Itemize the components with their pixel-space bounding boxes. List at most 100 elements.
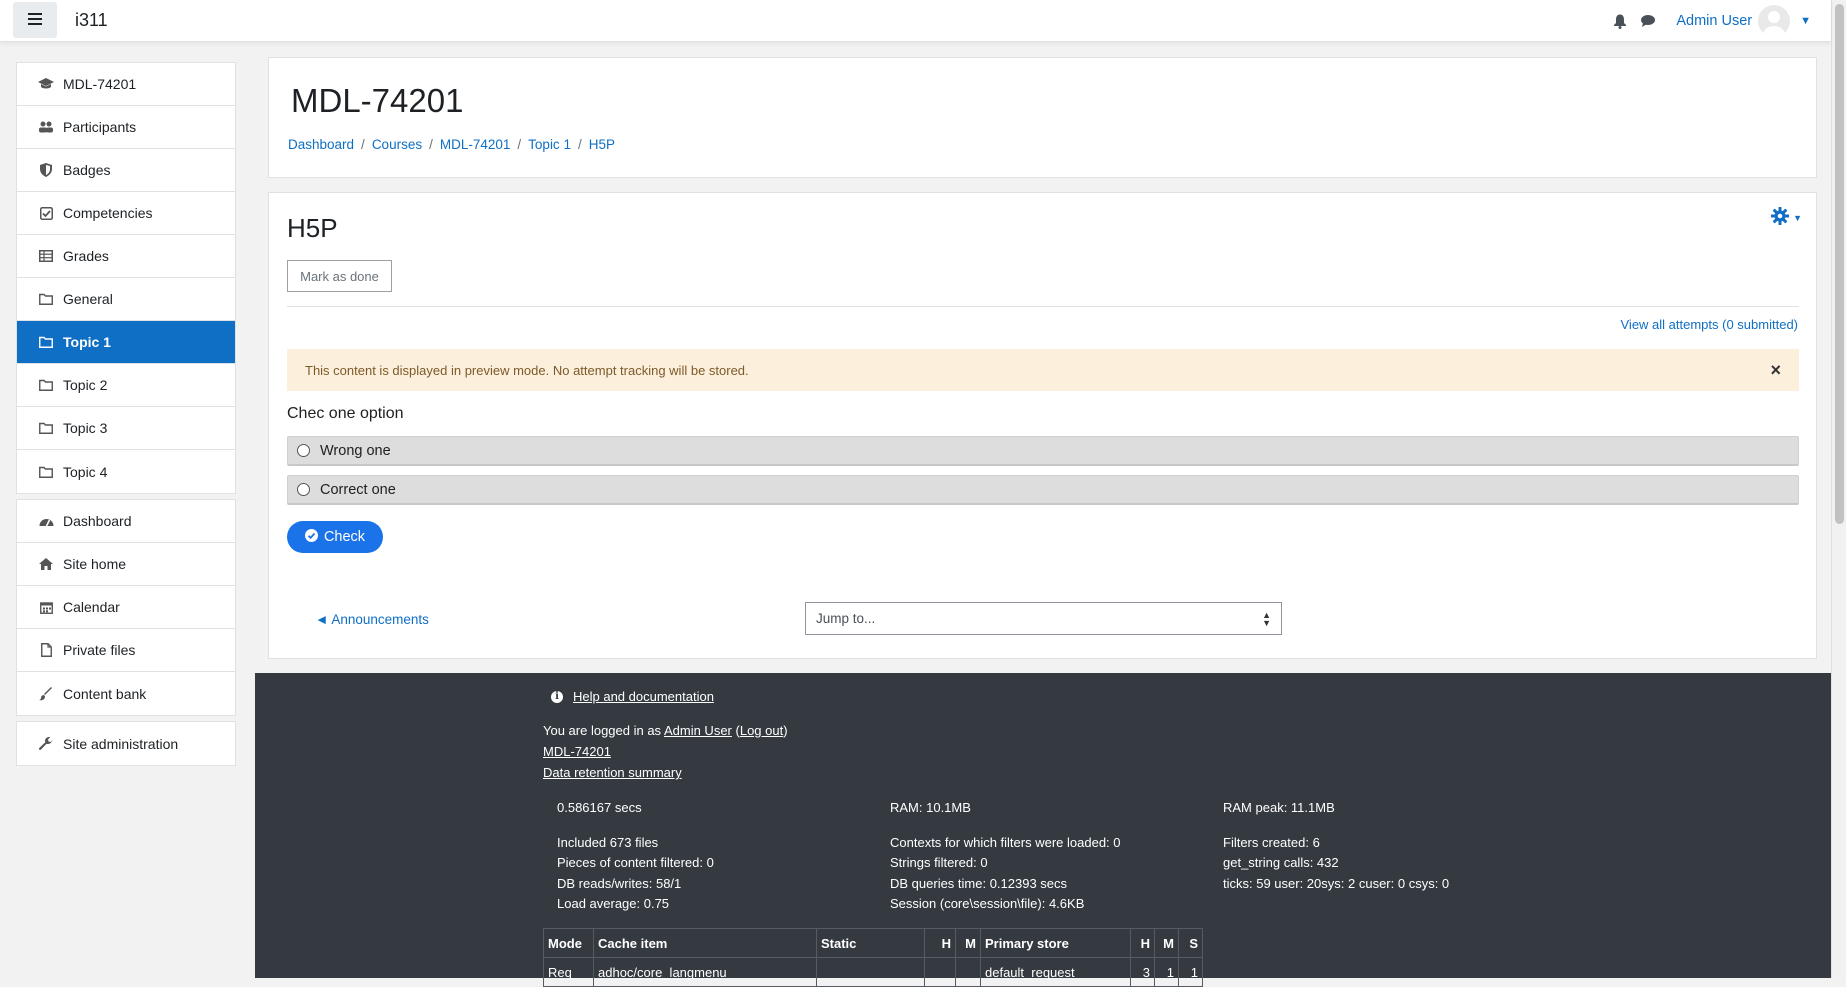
sidebar-item-competencies[interactable]: Competencies xyxy=(17,192,235,235)
sidebar-item-label: Topic 4 xyxy=(63,463,108,480)
user-menu-name[interactable]: Admin User xyxy=(1676,13,1752,29)
activity-content: H5P ▼ Mark as done View all attempts (0 … xyxy=(268,192,1817,659)
sidebar-item-general[interactable]: General xyxy=(17,278,235,321)
previous-activity-link[interactable]: ◄ Announcements xyxy=(315,612,429,627)
help-row: i Help and documentation xyxy=(551,689,714,704)
view-attempts-link[interactable]: View all attempts (0 submitted) xyxy=(1621,317,1799,332)
folder-icon xyxy=(37,377,55,393)
sidebar-item-label: Site administration xyxy=(63,735,179,752)
breadcrumb-section[interactable]: Topic 1 xyxy=(528,137,571,152)
radio-icon[interactable] xyxy=(297,444,310,457)
table-row: Req adhoc/core_langmenu default_request … xyxy=(543,957,1203,987)
sidebar-item-calendar[interactable]: Calendar xyxy=(17,586,235,629)
answer-option-1[interactable]: Wrong one xyxy=(287,436,1799,466)
logged-in-user-link[interactable]: Admin User xyxy=(664,723,732,738)
mark-as-done-button[interactable]: Mark as done xyxy=(287,260,392,292)
activity-title: H5P xyxy=(287,213,338,243)
check-button[interactable]: Check xyxy=(287,521,383,553)
jump-to-value: Jump to... xyxy=(816,611,876,626)
answer-label: Correct one xyxy=(320,481,396,498)
brush-icon xyxy=(37,686,55,702)
sidebar-item-label: Topic 3 xyxy=(63,420,108,436)
sidebar-item-grades[interactable]: Grades xyxy=(17,235,235,278)
top-navbar: i311 Admin User ▼ xyxy=(0,0,1831,42)
data-retention-link[interactable]: Data retention summary xyxy=(543,765,682,780)
bell-icon[interactable] xyxy=(1610,11,1630,31)
sidebar-item-dashboard[interactable]: Dashboard xyxy=(17,500,235,543)
sidebar-item-participants[interactable]: Participants xyxy=(17,106,235,149)
avatar[interactable] xyxy=(1758,5,1791,37)
graduation-cap-icon xyxy=(37,76,55,92)
radio-icon[interactable] xyxy=(297,483,310,496)
shield-icon xyxy=(37,162,55,178)
logout-link[interactable]: Log out xyxy=(740,723,783,738)
sidebar-item-label: Badges xyxy=(63,162,111,178)
sidebar-item-label: Topic 1 xyxy=(63,334,111,350)
close-icon[interactable]: × xyxy=(1770,361,1781,379)
sidebar-item-label: Dashboard xyxy=(63,513,132,529)
sidebar-item-label: Grades xyxy=(63,248,109,264)
sidebar-item-site-administration[interactable]: Site administration xyxy=(17,722,235,765)
dashboard-icon xyxy=(37,513,55,529)
jump-to-select[interactable]: Jump to... ▲ ▼ xyxy=(805,602,1282,635)
sidebar-item-topic-1[interactable]: Topic 1 xyxy=(17,321,235,364)
wrench-icon xyxy=(37,736,55,752)
sidebar-item-label: Topic 2 xyxy=(63,377,108,393)
sidebar-item-site-home[interactable]: Site home xyxy=(17,543,235,586)
course-navigation-drawer: MDL-74201 Participants Badges Competenci… xyxy=(16,62,236,771)
sidebar-item-label: Calendar xyxy=(63,599,120,615)
breadcrumb-course[interactable]: MDL-74201 xyxy=(440,137,511,152)
site-nav-group: Dashboard Site home Calendar Private fil… xyxy=(16,499,236,716)
sidebar-item-label: Content bank xyxy=(63,685,147,702)
page-scrollbar[interactable] xyxy=(1831,0,1846,978)
scrollbar-thumb[interactable] xyxy=(1835,4,1844,524)
hamburger-icon xyxy=(28,12,42,29)
check-circle-icon xyxy=(304,528,318,546)
folder-icon xyxy=(37,464,55,480)
alert-text: This content is displayed in preview mod… xyxy=(305,362,749,378)
footer-course-link[interactable]: MDL-74201 xyxy=(543,744,611,759)
breadcrumb-activity[interactable]: H5P xyxy=(589,137,615,152)
divider xyxy=(287,306,1799,307)
site-name[interactable]: i311 xyxy=(75,10,108,31)
file-icon xyxy=(37,642,55,658)
sidebar-item-topic-4[interactable]: Topic 4 xyxy=(17,450,235,493)
sidebar-item-label: Competencies xyxy=(63,205,153,221)
course-nav-group: MDL-74201 Participants Badges Competenci… xyxy=(16,62,236,494)
login-info: You are logged in as Admin User (Log out… xyxy=(543,723,788,738)
page-footer: i Help and documentation You are logged … xyxy=(255,673,1831,987)
calendar-icon xyxy=(37,599,55,615)
sidebar-item-label: Participants xyxy=(63,119,137,135)
breadcrumb-dashboard[interactable]: Dashboard xyxy=(288,137,354,152)
sidebar-item-badges[interactable]: Badges xyxy=(17,149,235,192)
chat-icon[interactable] xyxy=(1638,11,1658,31)
users-icon xyxy=(37,119,55,135)
info-icon: i xyxy=(551,690,563,703)
performance-column-3: RAM peak: 11.1MB Filters created: 6 get_… xyxy=(1223,800,1450,891)
activity-actions-menu[interactable]: ▼ xyxy=(1771,207,1802,229)
check-square-icon xyxy=(37,205,55,221)
question-text: Chec one option xyxy=(287,405,404,422)
sidebar-item-label: Site home xyxy=(63,556,127,572)
sidebar-item-topic-2[interactable]: Topic 2 xyxy=(17,364,235,407)
performance-column-1: 0.586167 secs Included 673 files Pieces … xyxy=(557,800,714,911)
page-header: MDL-74201 Dashboard / Courses / MDL-7420… xyxy=(268,57,1817,178)
sidebar-item-course[interactable]: MDL-74201 xyxy=(17,63,235,106)
folder-icon xyxy=(37,420,55,436)
drawer-toggle-button[interactable] xyxy=(13,2,57,38)
select-arrows-icon: ▲ ▼ xyxy=(1262,610,1271,628)
sidebar-item-content-bank[interactable]: Content bank xyxy=(17,672,235,715)
answer-label: Wrong one xyxy=(320,442,391,459)
table-header-row: Mode Cache item Static H M Primary store… xyxy=(543,928,1203,958)
sidebar-item-topic-3[interactable]: Topic 3 xyxy=(17,407,235,450)
home-icon xyxy=(37,556,55,572)
sidebar-item-label: General xyxy=(63,291,113,307)
admin-nav-group: Site administration xyxy=(16,721,236,766)
help-documentation-link[interactable]: Help and documentation xyxy=(573,689,714,704)
breadcrumb-courses[interactable]: Courses xyxy=(372,137,422,152)
sidebar-item-private-files[interactable]: Private files xyxy=(17,629,235,672)
sidebar-item-label: MDL-74201 xyxy=(63,76,137,92)
answer-option-2[interactable]: Correct one xyxy=(287,475,1799,505)
sidebar-item-label: Private files xyxy=(63,642,136,658)
chevron-down-icon[interactable]: ▼ xyxy=(1800,15,1811,27)
